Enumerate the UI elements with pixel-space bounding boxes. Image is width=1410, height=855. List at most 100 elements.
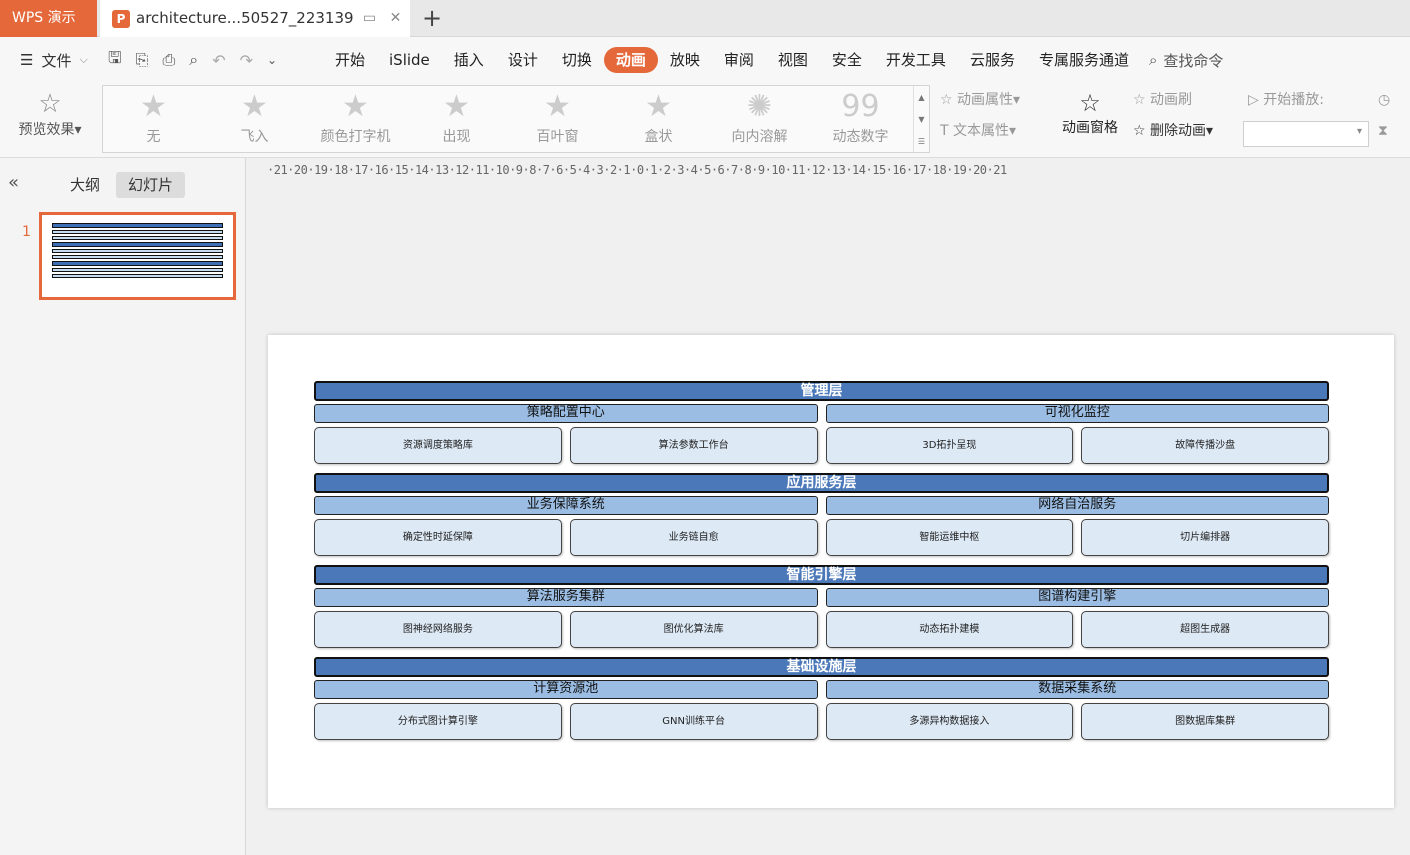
preview-effect-label: 预览效果 — [18, 122, 75, 138]
print-preview-icon[interactable]: ⌕ — [189, 50, 198, 70]
save-icon[interactable]: 🖫 — [108, 47, 122, 74]
print-icon[interactable]: ⎙ — [162, 50, 175, 70]
component-box[interactable]: 业务链自愈 — [569, 519, 818, 556]
architecture-layer: 智能引擎层算法服务集群图神经网络服务 图优化算法库 图谱构建引擎动态拓扑建模 超图生成… — [314, 565, 1329, 648]
layer-group: 策略配置中心资源调度策略库 算法参数工作台 — [314, 404, 818, 464]
scroll-up-icon[interactable]: ▲ — [914, 93, 929, 102]
group-title[interactable]: 图谱构建引擎 — [825, 588, 1329, 607]
gallery-expand-icon[interactable]: ☰ — [914, 137, 929, 146]
component-box[interactable]: 图优化算法库 — [569, 611, 818, 648]
component-box[interactable]: 资源调度策略库 — [314, 427, 562, 464]
gallery-item-6[interactable]: ✺ 向内溶解 — [709, 86, 810, 152]
group-boxes: 3D拓扑呈现 故障传播沙盘 — [825, 427, 1329, 464]
gallery-item-3[interactable]: ★ 出现 — [406, 86, 507, 152]
gallery-item-0[interactable]: ★ 无 — [103, 86, 204, 152]
scroll-down-icon[interactable]: ▼ — [914, 115, 929, 124]
gallery-item-label: 动态数字 — [832, 129, 889, 145]
text-properties-button[interactable]: T 文本属性▾ — [940, 116, 1020, 147]
tab-outline[interactable]: 大纲 — [58, 172, 112, 198]
search-command[interactable]: ⌕ 查找命令 — [1141, 50, 1223, 71]
title-tab-bar: WPS 演示 P architecture...50527_223139 ▭ ✕… — [0, 0, 1410, 37]
chevron-down-icon: ▾ — [1356, 126, 1362, 137]
box-icon: ★ — [645, 89, 672, 124]
layer-title[interactable]: 应用服务层 — [314, 473, 1329, 493]
component-box[interactable]: 切片编排器 — [1081, 519, 1329, 556]
gallery-item-label: 颜色打字机 — [320, 129, 391, 145]
group-title[interactable]: 网络自治服务 — [825, 496, 1329, 515]
component-box[interactable]: 多源异构数据接入 — [825, 703, 1074, 740]
tab-slides[interactable]: 幻灯片 — [116, 172, 186, 198]
animation-pane-button[interactable]: ☆ 动画窗格 — [1058, 89, 1122, 137]
animation-brush-button[interactable]: ☆ 动画刷 — [1133, 85, 1213, 116]
tab-5[interactable]: 动画 — [603, 47, 658, 73]
collapse-panel-icon[interactable]: « — [8, 172, 19, 193]
slide-canvas[interactable]: 管理层策略配置中心资源调度策略库 算法参数工作台 可视化监控 3D拓扑呈现 故障传播沙盘… — [268, 335, 1394, 808]
group-title[interactable]: 可视化监控 — [825, 404, 1329, 423]
component-box[interactable]: 超图生成器 — [1081, 611, 1329, 648]
tab-3[interactable]: 设计 — [496, 47, 550, 73]
tab-1[interactable]: iSlide — [377, 47, 442, 73]
export-icon[interactable]: ⎘ — [136, 50, 149, 70]
tab-11[interactable]: 云服务 — [958, 47, 1027, 73]
component-box[interactable]: 确定性时延保障 — [314, 519, 562, 556]
wps-home-tab[interactable]: WPS 演示 — [0, 0, 97, 37]
horizontal-ruler[interactable]: ·21·20·19·18·17·16·15·14·13·12·11·10·9·8… — [267, 163, 1397, 179]
new-tab-plus-icon[interactable]: + — [422, 6, 442, 30]
customize-icon[interactable]: ⌄ — [267, 53, 277, 67]
component-box[interactable]: 智能运维中枢 — [825, 519, 1074, 556]
tab-2[interactable]: 插入 — [442, 47, 496, 73]
layer-group: 可视化监控 3D拓扑呈现 故障传播沙盘 — [825, 404, 1329, 464]
tab-8[interactable]: 视图 — [766, 47, 820, 73]
group-title[interactable]: 策略配置中心 — [314, 404, 818, 423]
animation-brush-label: 动画刷 — [1150, 92, 1193, 108]
tab-7[interactable]: 审阅 — [712, 47, 766, 73]
animation-pane-label: 动画窗格 — [1062, 120, 1118, 136]
star-outline-icon: ☆ — [38, 89, 62, 119]
group-title[interactable]: 数据采集系统 — [825, 680, 1329, 699]
gallery-item-7[interactable]: 99 动态数字 — [810, 86, 911, 152]
component-box[interactable]: 算法参数工作台 — [569, 427, 818, 464]
delete-animation-button[interactable]: ☆ 删除动画▾ — [1133, 116, 1213, 147]
gallery-item-1[interactable]: ★ 飞入 — [204, 86, 305, 152]
tab-4[interactable]: 切换 — [550, 47, 604, 73]
tab-6[interactable]: 放映 — [658, 47, 712, 73]
tab-9[interactable]: 安全 — [820, 47, 874, 73]
component-box[interactable]: 故障传播沙盘 — [1081, 427, 1329, 464]
component-box[interactable]: 图神经网络服务 — [314, 611, 562, 648]
gallery-scrollbar[interactable]: ▲ ▼ ☰ — [913, 86, 929, 152]
architecture-layer: 管理层策略配置中心资源调度策略库 算法参数工作台 可视化监控 3D拓扑呈现 故障传播沙盘 — [314, 381, 1329, 464]
file-menu[interactable]: ☰ 文件 ⌵ — [0, 50, 108, 71]
group-title[interactable]: 业务保障系统 — [314, 496, 818, 515]
component-box[interactable]: 动态拓扑建模 — [825, 611, 1074, 648]
gallery-item-2[interactable]: ★ 颜色打字机 — [305, 86, 406, 152]
tab-12[interactable]: 专属服务通道 — [1027, 47, 1141, 73]
monitor-icon[interactable]: ▭ — [360, 0, 380, 37]
group-title[interactable]: 计算资源池 — [314, 680, 818, 699]
group-title[interactable]: 算法服务集群 — [314, 588, 818, 607]
undo-icon[interactable]: ↶ — [212, 51, 225, 70]
layer-title[interactable]: 管理层 — [314, 381, 1329, 401]
component-box[interactable]: GNN训练平台 — [569, 703, 818, 740]
close-icon[interactable]: ✕ — [386, 0, 406, 37]
hourglass-icon[interactable]: ⧗ — [1378, 116, 1390, 147]
animation-properties-button[interactable]: ☆ 动画属性▾ — [940, 85, 1020, 116]
tab-0[interactable]: 开始 — [323, 47, 377, 73]
component-box[interactable]: 图数据库集群 — [1081, 703, 1329, 740]
preview-effect-button[interactable]: ☆ 预览效果▾ — [10, 89, 90, 139]
gallery-item-4[interactable]: ★ 百叶窗 — [507, 86, 608, 152]
component-box[interactable]: 分布式图计算引擎 — [314, 703, 562, 740]
slide-thumbnail[interactable] — [39, 212, 236, 300]
document-tab[interactable]: P architecture...50527_223139 ▭ ✕ — [100, 0, 410, 37]
gallery-item-5[interactable]: ★ 盒状 — [608, 86, 709, 152]
clock-icon[interactable]: ◷ — [1378, 85, 1390, 116]
redo-icon[interactable]: ↷ — [240, 51, 253, 70]
quick-access-toolbar: 🖫 ⎘ ⎙ ⌕ ↶ ↷ ⌄ — [108, 47, 323, 74]
layer-title[interactable]: 基础设施层 — [314, 657, 1329, 677]
layer-title[interactable]: 智能引擎层 — [314, 565, 1329, 585]
gallery-item-label: 飞入 — [240, 129, 269, 145]
tab-10[interactable]: 开发工具 — [874, 47, 958, 73]
color-typewriter-icon: ★ — [342, 89, 369, 124]
start-play-select[interactable]: ▾ — [1243, 121, 1369, 147]
group-boxes: 资源调度策略库 算法参数工作台 — [314, 427, 818, 464]
component-box[interactable]: 3D拓扑呈现 — [825, 427, 1074, 464]
